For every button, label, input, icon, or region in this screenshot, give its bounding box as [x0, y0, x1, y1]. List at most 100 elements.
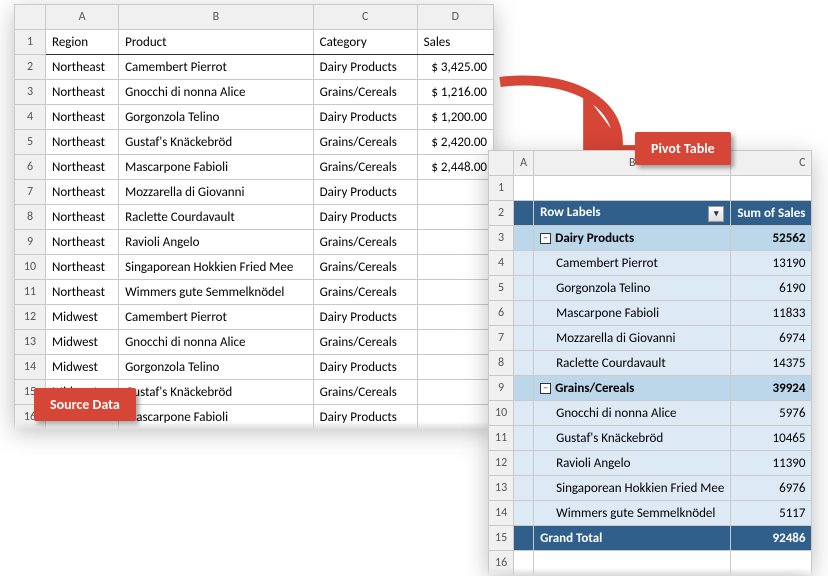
cell-sales[interactable] — [417, 355, 493, 380]
pivot-row-header[interactable]: 12 — [489, 451, 514, 476]
cell-sales[interactable] — [417, 180, 493, 205]
row-labels-filter-icon[interactable]: ▾ — [708, 206, 724, 222]
pivot-cell[interactable] — [514, 276, 534, 301]
grand-total-value[interactable]: 92486 — [731, 526, 812, 551]
pivot-item-label[interactable]: Camembert Pierrot — [534, 251, 731, 276]
row-header[interactable]: 9 — [15, 230, 46, 255]
pivot-row-header[interactable]: 9 — [489, 376, 514, 401]
cell-region[interactable]: Northeast — [45, 205, 118, 230]
pivot-cell[interactable] — [534, 551, 731, 576]
pivot-cell[interactable] — [514, 476, 534, 501]
row-header-1[interactable]: 1 — [15, 30, 46, 55]
pivot-item-value[interactable]: 10465 — [731, 426, 812, 451]
cell-region[interactable]: Northeast — [45, 180, 118, 205]
cell-sales[interactable] — [417, 405, 493, 430]
pivot-cell[interactable] — [731, 176, 812, 201]
pivot-cell[interactable] — [514, 376, 534, 401]
pivot-cell[interactable] — [514, 501, 534, 526]
pivot-row-header[interactable]: 11 — [489, 426, 514, 451]
pivot-item-value[interactable]: 5976 — [731, 401, 812, 426]
cell-region[interactable]: Northeast — [45, 255, 118, 280]
pivot-cell[interactable] — [514, 551, 534, 576]
cell-product[interactable]: Gnocchi di nonna Alice — [119, 80, 314, 105]
col-header-a[interactable]: A — [45, 5, 118, 30]
row-header[interactable]: 11 — [15, 280, 46, 305]
cell-sales[interactable] — [417, 255, 493, 280]
pivot-cell[interactable] — [514, 326, 534, 351]
pivot-item-label[interactable]: Raclette Courdavault — [534, 351, 731, 376]
pivot-category-label[interactable]: −Dairy Products — [534, 226, 731, 251]
pivot-row-header-1[interactable]: 1 — [489, 176, 514, 201]
pivot-row-header-gt[interactable]: 15 — [489, 526, 514, 551]
cell-region[interactable]: Midwest — [45, 330, 118, 355]
pivot-cell[interactable] — [514, 451, 534, 476]
col-header-b[interactable]: B — [119, 5, 314, 30]
cell-product[interactable]: Mascarpone Fabioli — [119, 405, 314, 430]
pivot-item-value[interactable]: 11833 — [731, 301, 812, 326]
cell-product[interactable]: Mascarpone Fabioli — [119, 155, 314, 180]
pivot-item-value[interactable]: 6190 — [731, 276, 812, 301]
pivot-cell[interactable] — [514, 251, 534, 276]
pivot-cell[interactable] — [514, 401, 534, 426]
pivot-item-value[interactable]: 14375 — [731, 351, 812, 376]
source-table[interactable]: A B C D 1 Region Product Category Sales … — [14, 4, 494, 430]
pivot-item-label[interactable]: Singaporean Hokkien Fried Mee — [534, 476, 731, 501]
header-sales[interactable]: Sales — [417, 30, 493, 55]
cell-region[interactable]: Northeast — [45, 130, 118, 155]
row-header[interactable]: 13 — [15, 330, 46, 355]
cell-sales[interactable] — [417, 230, 493, 255]
grand-total-label[interactable]: Grand Total — [534, 526, 731, 551]
cell-category[interactable]: Grains/Cereals — [313, 280, 417, 305]
row-header[interactable]: 2 — [15, 55, 46, 80]
cell-product[interactable]: Gorgonzola Telino — [119, 105, 314, 130]
header-product[interactable]: Product — [119, 30, 314, 55]
cell-sales[interactable] — [417, 205, 493, 230]
pivot-col-header-c[interactable]: C — [731, 151, 812, 176]
cell-region[interactable]: Midwest — [45, 305, 118, 330]
cell-category[interactable]: Dairy Products — [313, 205, 417, 230]
pivot-cell[interactable] — [514, 351, 534, 376]
cell-product[interactable]: Camembert Pierrot — [119, 305, 314, 330]
cell-product[interactable]: Gnocchi di nonna Alice — [119, 330, 314, 355]
cell-product[interactable]: Gorgonzola Telino — [119, 355, 314, 380]
pivot-row-header[interactable]: 14 — [489, 501, 514, 526]
pivot-row-header[interactable]: 4 — [489, 251, 514, 276]
row-header[interactable]: 8 — [15, 205, 46, 230]
pivot-cell[interactable] — [514, 226, 534, 251]
cell-category[interactable]: Grains/Cereals — [313, 155, 417, 180]
cell-sales[interactable]: $ 2,448.00 — [417, 155, 493, 180]
cell-region[interactable]: Northeast — [45, 280, 118, 305]
row-header[interactable]: 7 — [15, 180, 46, 205]
pivot-cell[interactable] — [514, 201, 534, 226]
collapse-icon[interactable]: − — [540, 383, 551, 394]
cell-category[interactable]: Grains/Cereals — [313, 255, 417, 280]
row-header[interactable]: 5 — [15, 130, 46, 155]
cell-product[interactable]: Singaporean Hokkien Fried Mee — [119, 255, 314, 280]
pivot-table[interactable]: A B C 1 2 Row Labels ▾ Sum of Sales 3−Da… — [488, 150, 812, 576]
row-header[interactable]: 3 — [15, 80, 46, 105]
pivot-cell[interactable] — [514, 301, 534, 326]
cell-category[interactable]: Dairy Products — [313, 405, 417, 430]
cell-product[interactable]: Raclette Courdavault — [119, 205, 314, 230]
pivot-item-label[interactable]: Gustaf's Knäckebröd — [534, 426, 731, 451]
pivot-item-value[interactable]: 5117 — [731, 501, 812, 526]
pivot-cell[interactable] — [731, 551, 812, 576]
cell-category[interactable]: Dairy Products — [313, 355, 417, 380]
row-header[interactable]: 14 — [15, 355, 46, 380]
cell-category[interactable]: Dairy Products — [313, 55, 417, 80]
pivot-row-header-trail[interactable]: 16 — [489, 551, 514, 576]
pivot-row-header[interactable]: 6 — [489, 301, 514, 326]
pivot-cell[interactable] — [514, 426, 534, 451]
cell-region[interactable]: Northeast — [45, 230, 118, 255]
pivot-item-label[interactable]: Gnocchi di nonna Alice — [534, 401, 731, 426]
cell-product[interactable]: Gustaf's Knäckebröd — [119, 130, 314, 155]
pivot-item-label[interactable]: Wimmers gute Semmelknödel — [534, 501, 731, 526]
cell-product[interactable]: Wimmers gute Semmelknödel — [119, 280, 314, 305]
cell-category[interactable]: Dairy Products — [313, 180, 417, 205]
pivot-row-header[interactable]: 7 — [489, 326, 514, 351]
pivot-row-header[interactable]: 5 — [489, 276, 514, 301]
pivot-row-header[interactable]: 10 — [489, 401, 514, 426]
cell-product[interactable]: Camembert Pierrot — [119, 55, 314, 80]
cell-sales[interactable] — [417, 280, 493, 305]
pivot-row-header[interactable]: 3 — [489, 226, 514, 251]
